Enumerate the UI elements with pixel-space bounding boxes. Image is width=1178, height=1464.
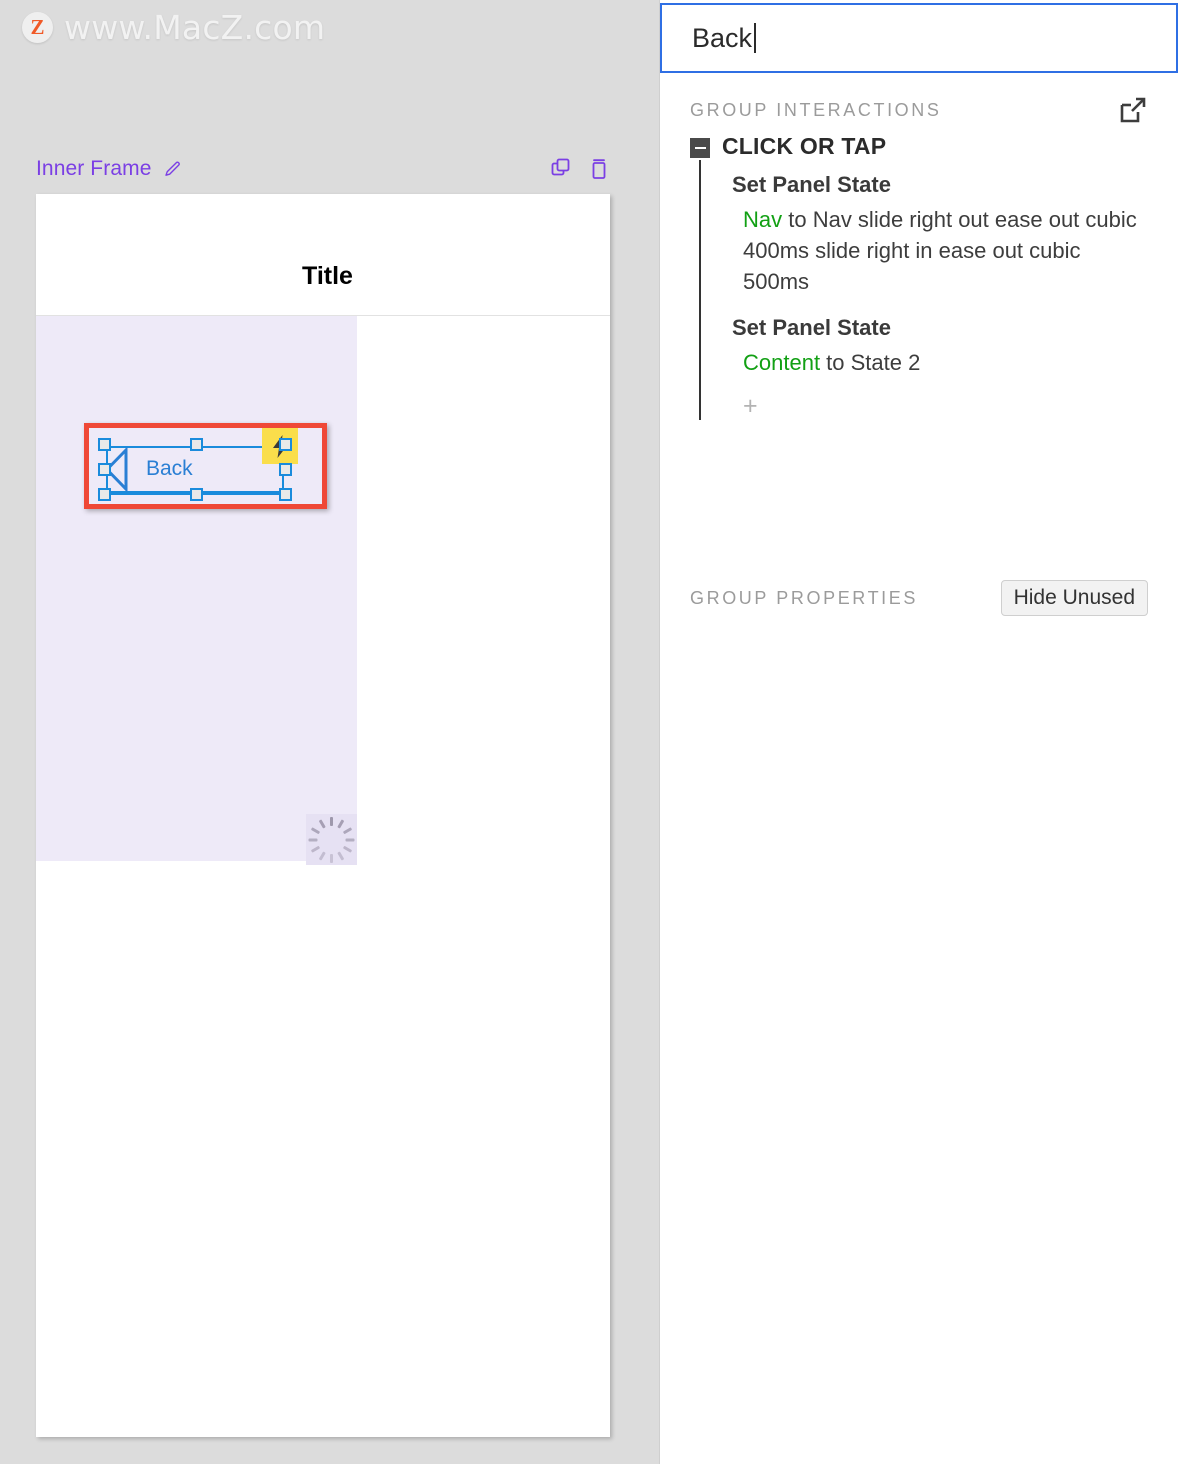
back-button-widget[interactable]: Back xyxy=(98,428,298,501)
event-actions-body: Set Panel State Nav to Nav slide right o… xyxy=(699,160,1150,420)
external-link-icon[interactable] xyxy=(1118,95,1148,125)
resize-handle-middle-left[interactable] xyxy=(98,463,111,476)
resize-handle-top-left[interactable] xyxy=(98,438,111,451)
group-interactions-header: GROUP INTERACTIONS xyxy=(690,95,1148,125)
back-button-label: Back xyxy=(146,457,193,480)
action-target: Content xyxy=(743,350,821,375)
minus-collapse-icon[interactable] xyxy=(690,138,710,158)
group-interactions-title: GROUP INTERACTIONS xyxy=(690,99,942,120)
canvas-area: Z www.MacZ.com Inner Frame Title Back xyxy=(0,0,659,1464)
action-title: Set Panel State xyxy=(732,172,891,197)
device-frame: Title Back xyxy=(36,194,610,1437)
app-root: Z www.MacZ.com Inner Frame Title Back Ba… xyxy=(0,0,1178,1464)
action-title: Set Panel State xyxy=(732,315,891,340)
text-caret xyxy=(754,23,757,53)
action-target: Nav xyxy=(743,207,783,232)
interaction-event-block: CLICK OR TAP Set Panel State Nav to Nav … xyxy=(690,133,1150,420)
resize-handle-bottom-center[interactable] xyxy=(190,488,203,501)
watermark-badge: Z xyxy=(22,12,53,43)
group-properties-header: GROUP PROPERTIES Hide Unused xyxy=(690,580,1148,616)
inspector-panel: Back GROUP INTERACTIONS CLICK OR TAP Set… xyxy=(659,0,1178,1464)
duplicate-icon[interactable] xyxy=(550,158,572,180)
frame-label-row: Inner Frame xyxy=(36,152,610,186)
trash-icon[interactable] xyxy=(588,157,610,181)
pencil-icon[interactable] xyxy=(163,159,183,179)
event-name-label: CLICK OR TAP xyxy=(722,133,887,159)
widget-name-input[interactable]: Back xyxy=(660,3,1178,73)
action-detail-text: to State 2 xyxy=(820,350,921,375)
action-detail-text: to Nav slide right out ease out cubic 40… xyxy=(743,207,1137,294)
frame-actions xyxy=(550,157,610,181)
hide-unused-button[interactable]: Hide Unused xyxy=(1000,580,1148,616)
loading-spinner-box xyxy=(306,814,357,865)
action-detail[interactable]: Content to State 2 xyxy=(743,347,1150,378)
resize-handle-middle-right[interactable] xyxy=(279,463,292,476)
loading-spinner-icon xyxy=(306,814,357,865)
selection-rect xyxy=(106,446,284,493)
resize-handle-top-center[interactable] xyxy=(190,438,203,451)
action-detail[interactable]: Nav to Nav slide right out ease out cubi… xyxy=(743,204,1150,297)
resize-handle-bottom-right[interactable] xyxy=(279,488,292,501)
watermark: Z www.MacZ.com xyxy=(22,8,325,47)
resize-handle-bottom-left[interactable] xyxy=(98,488,111,501)
event-header-row[interactable]: CLICK OR TAP xyxy=(690,133,1150,160)
add-action-button[interactable]: + xyxy=(743,394,1150,419)
watermark-text: www.MacZ.com xyxy=(64,8,326,47)
resize-handle-top-right[interactable] xyxy=(279,438,292,451)
group-properties-title: GROUP PROPERTIES xyxy=(690,587,918,608)
frame-title-text: Title xyxy=(302,262,353,290)
frame-name-label[interactable]: Inner Frame xyxy=(36,157,151,181)
nav-panel xyxy=(36,316,357,861)
widget-name-value: Back xyxy=(692,22,753,53)
